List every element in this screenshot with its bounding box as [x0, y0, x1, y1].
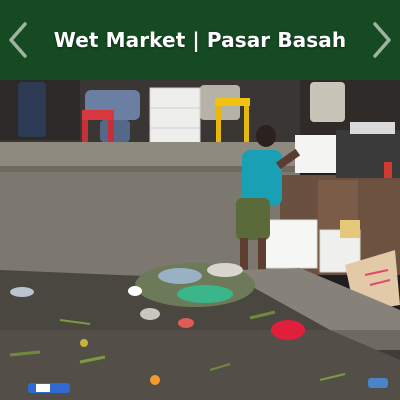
woman-skirt [236, 198, 270, 240]
cooler-box [295, 135, 340, 173]
woman-shirt [242, 150, 282, 206]
page-title: Wet Market | Pasar Basah [53, 28, 347, 52]
photo-illustration [0, 80, 400, 400]
previous-button[interactable] [0, 16, 36, 64]
woman-head [256, 125, 276, 147]
red-stool [82, 110, 114, 120]
wet-market-photo [0, 80, 400, 400]
header-bar: Wet Market | Pasar Basah [0, 0, 400, 80]
chevron-left-icon [9, 22, 27, 58]
cooler-ground [264, 219, 318, 269]
person-background [18, 82, 46, 137]
yellow-chair [215, 98, 250, 106]
red-plastic-bag [271, 320, 305, 340]
next-button[interactable] [364, 16, 400, 64]
chevron-right-icon [373, 22, 391, 58]
